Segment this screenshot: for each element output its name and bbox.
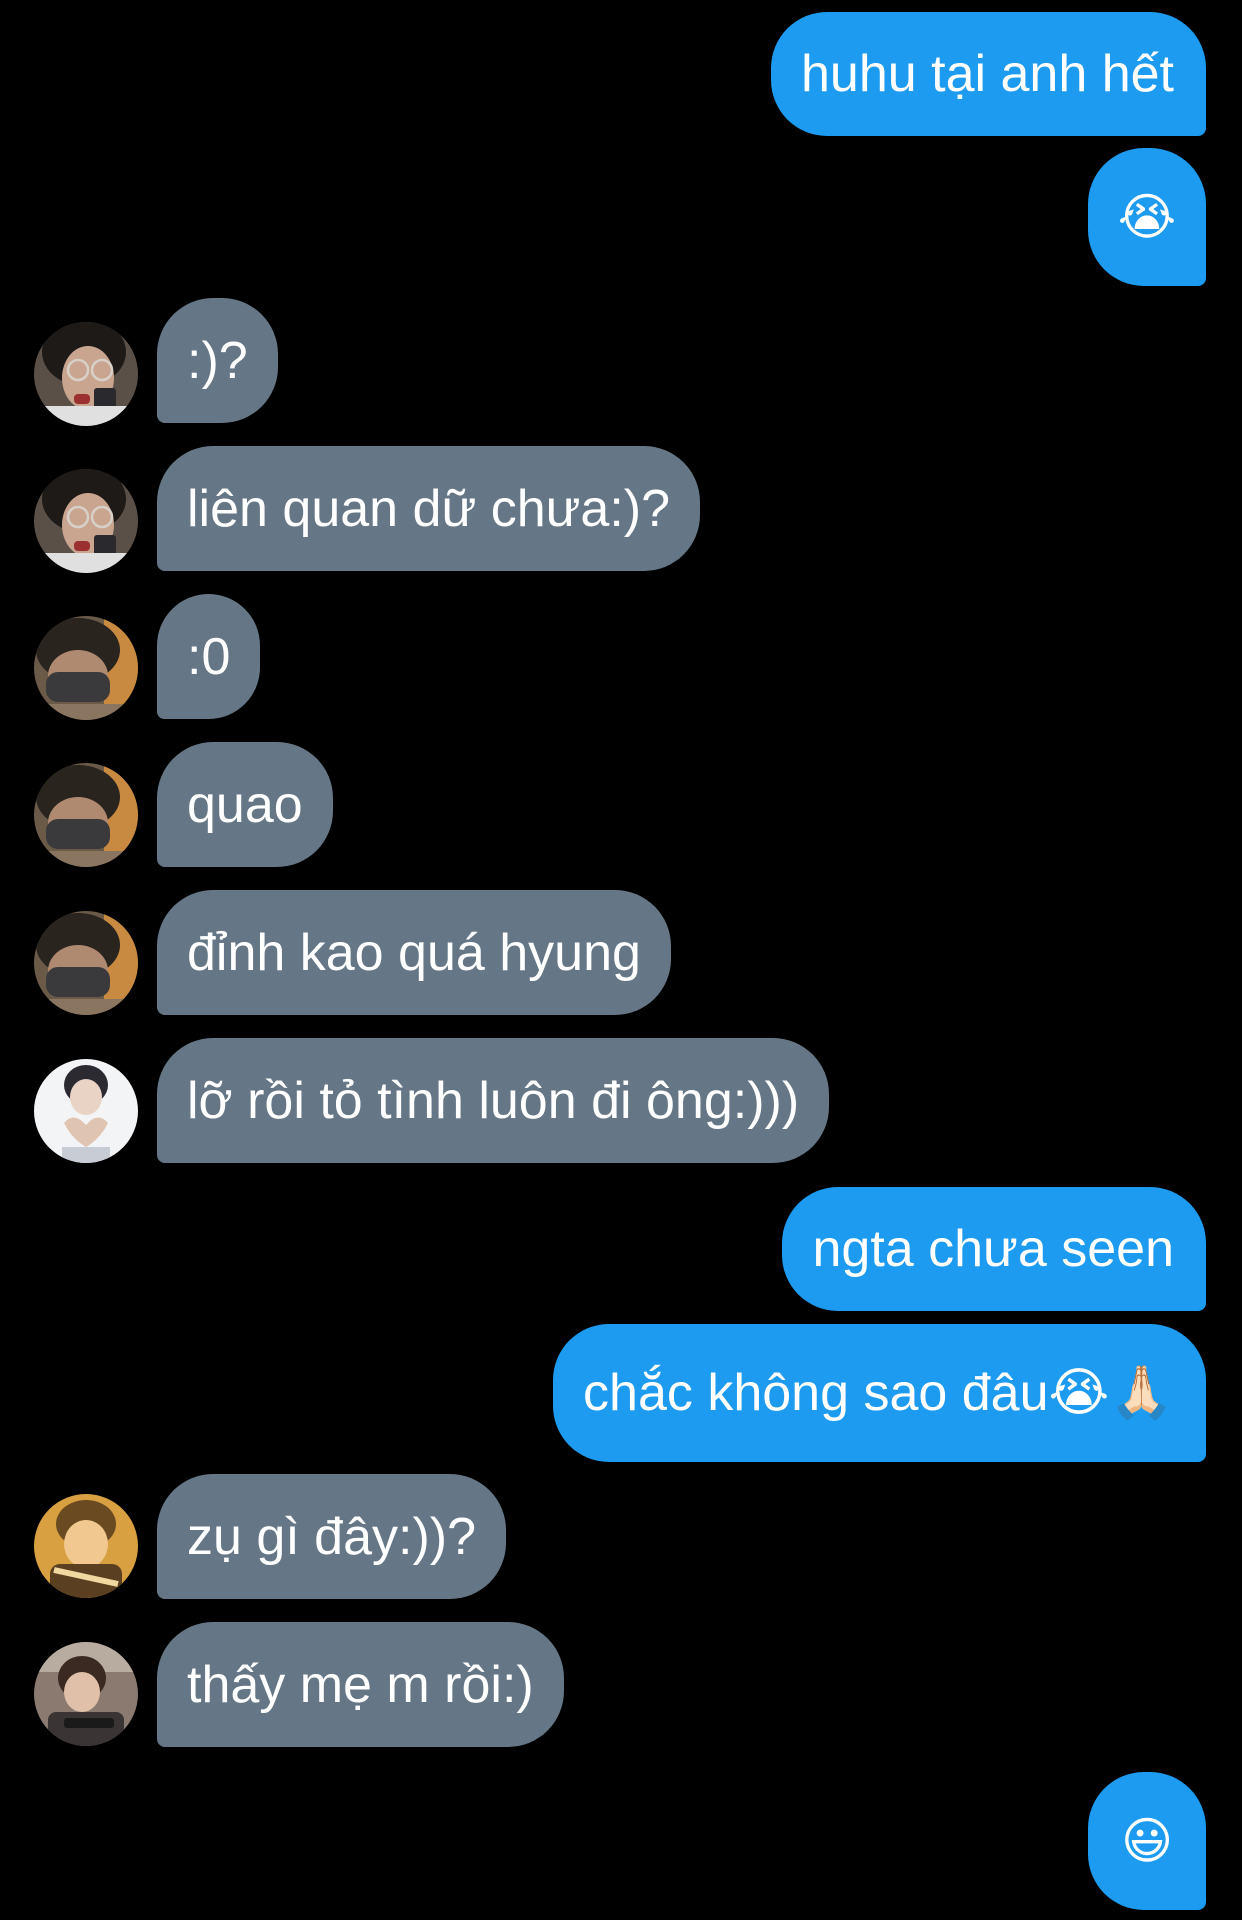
avatar-guitar[interactable]	[34, 1642, 138, 1746]
message-text: 😭	[1117, 189, 1177, 245]
message-text: lỡ rồi tỏ tình luôn đi ông:)))	[187, 1071, 800, 1130]
message-bubble-incoming[interactable]: zụ gì đây:))?	[157, 1474, 507, 1599]
avatar-glasses[interactable]	[34, 322, 138, 426]
message-text: chắc không sao đâu😭🙏🏻	[583, 1364, 1174, 1422]
message-text: thấy mẹ m rồi:)	[187, 1655, 534, 1714]
message-bubble-outgoing[interactable]: chắc không sao đâu😭🙏🏻	[553, 1324, 1206, 1462]
message-text: :0	[187, 627, 231, 686]
message-text: :)?	[187, 331, 248, 390]
message-bubble-outgoing[interactable]: 😃	[1088, 1772, 1206, 1910]
avatar-masked[interactable]	[34, 763, 138, 867]
message-bubble-outgoing[interactable]: 😭	[1088, 148, 1206, 286]
avatar-masked[interactable]	[34, 616, 138, 720]
message-text: 😃	[1120, 1813, 1174, 1869]
avatar-masked[interactable]	[34, 911, 138, 1015]
message-bubble-incoming[interactable]: liên quan dữ chưa:)?	[157, 446, 701, 571]
avatar-heart-hands[interactable]	[34, 1059, 138, 1163]
message-text: huhu tại anh hết	[801, 45, 1174, 103]
message-bubble-outgoing[interactable]: huhu tại anh hết	[771, 12, 1206, 136]
message-text: đỉnh kao quá hyung	[187, 923, 641, 982]
message-bubble-outgoing[interactable]: ngta chưa seen	[782, 1187, 1206, 1311]
message-bubble-incoming[interactable]: lỡ rồi tỏ tình luôn đi ông:)))	[157, 1038, 830, 1163]
message-bubble-incoming[interactable]: quao	[157, 742, 333, 867]
message-text: liên quan dữ chưa:)?	[187, 479, 671, 538]
message-text: quao	[187, 775, 303, 834]
message-bubble-incoming[interactable]: thấy mẹ m rồi:)	[157, 1622, 564, 1747]
message-text: zụ gì đây:))?	[187, 1507, 477, 1566]
message-bubble-incoming[interactable]: :0	[157, 594, 261, 719]
avatar-warm[interactable]	[34, 1494, 138, 1598]
message-bubble-incoming[interactable]: :)?	[157, 298, 278, 423]
avatar-glasses[interactable]	[34, 469, 138, 573]
message-bubble-incoming[interactable]: đỉnh kao quá hyung	[157, 890, 671, 1015]
message-text: ngta chưa seen	[812, 1220, 1174, 1278]
